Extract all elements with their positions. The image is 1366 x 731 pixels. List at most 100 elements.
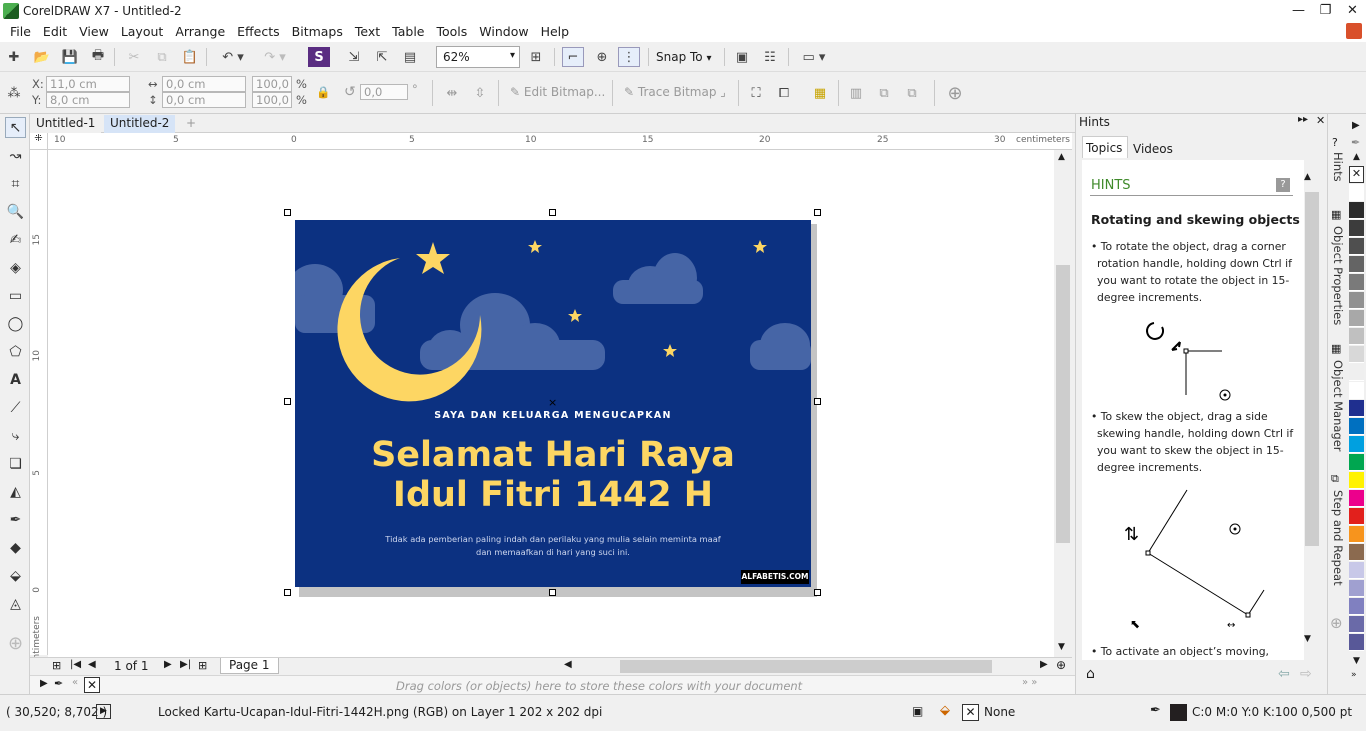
hints-scroll-down-icon[interactable]: ▼ (1304, 634, 1311, 644)
add-page-before-icon[interactable]: ⊞ (52, 659, 61, 672)
expand-docker-icon[interactable]: ▸▸ (1298, 114, 1308, 125)
color-swatch[interactable] (1349, 256, 1364, 273)
previous-page-icon[interactable]: ◀ (88, 659, 96, 670)
publish-pdf-icon[interactable]: ▤ (400, 47, 420, 67)
save-icon[interactable]: 💾 (60, 47, 80, 67)
add-docker-icon[interactable]: ⊕ (1330, 614, 1343, 632)
crop-tool-icon[interactable]: ⌗ (5, 173, 26, 194)
hints-scroll-up-icon[interactable]: ▲ (1304, 172, 1311, 182)
back-arrow-icon[interactable]: ⇦ (1278, 666, 1290, 682)
close-button[interactable]: ✕ (1339, 0, 1366, 21)
connector-tool-icon[interactable]: ⤷ (5, 425, 26, 446)
show-guidelines-icon[interactable]: ⋮ (618, 47, 640, 67)
color-swatch[interactable] (1349, 202, 1364, 219)
color-swatch[interactable] (1349, 526, 1364, 543)
trace-bitmap-button[interactable]: ✎ Trace Bitmap ⌟ (624, 85, 726, 99)
import-icon[interactable]: ⇲ (344, 47, 364, 67)
color-swatch[interactable] (1349, 364, 1364, 381)
palette-scroll-down-icon[interactable]: ▼ (1353, 656, 1360, 666)
ruler-origin-icon[interactable]: ⁜ (30, 133, 48, 150)
welcome-screen-icon[interactable]: ▣ (732, 47, 752, 67)
hints-scroll-thumb[interactable] (1305, 192, 1319, 546)
scroll-up-icon[interactable]: ▲ (1058, 152, 1065, 162)
color-swatch[interactable] (1349, 508, 1364, 525)
parallel-dimension-icon[interactable]: ⟋ (5, 397, 26, 418)
to-front-icon[interactable]: ⧉ (874, 83, 894, 103)
last-page-icon[interactable]: ▶| (180, 659, 191, 670)
scroll-palette-right-icon[interactable]: » » (1022, 677, 1037, 688)
tab-topics[interactable]: Topics (1082, 136, 1128, 158)
selection-handle-bottom[interactable] (549, 589, 556, 596)
menu-file[interactable]: File (4, 24, 37, 39)
no-fill-swatch[interactable]: ✕ (1349, 166, 1364, 183)
new-document-icon[interactable]: ✚ (4, 47, 24, 67)
color-swatch[interactable] (1349, 616, 1364, 633)
color-swatch[interactable] (1349, 220, 1364, 237)
application-launcher-icon[interactable]: ▭ ▾ (796, 47, 832, 67)
color-swatch[interactable] (1349, 598, 1364, 615)
docker-tab-object-manager[interactable]: Object Manager (1331, 360, 1345, 452)
object-origin-icon[interactable]: ⁂ (4, 83, 24, 103)
menu-edit[interactable]: Edit (37, 24, 73, 39)
docker-tab-hints[interactable]: Hints (1331, 152, 1345, 182)
menu-layout[interactable]: Layout (115, 24, 170, 39)
color-swatch[interactable] (1349, 490, 1364, 507)
transparency-tool-icon[interactable]: ◭ (5, 481, 26, 502)
paste-icon[interactable]: 📋 (180, 47, 200, 67)
rectangle-tool-icon[interactable]: ▭ (5, 285, 26, 306)
quick-customize-icon[interactable]: ⊕ (944, 82, 966, 104)
shape-tool-icon[interactable]: ↝ (5, 145, 26, 166)
menu-tools[interactable]: Tools (430, 24, 473, 39)
rotation-angle-field[interactable]: 0,0 (360, 84, 408, 100)
open-icon[interactable]: 📂 (32, 47, 52, 67)
height-field[interactable]: 0,0 cm (162, 92, 246, 108)
vertical-scrollbar[interactable]: ▲ ▼ (1054, 150, 1072, 657)
selection-handle-top-right[interactable] (814, 209, 821, 216)
color-swatch[interactable] (1349, 292, 1364, 309)
scroll-palette-left-icon[interactable]: « (72, 677, 78, 688)
zoom-navigator-icon[interactable]: ⊕ (1056, 658, 1066, 672)
color-swatch[interactable] (1349, 580, 1364, 597)
menu-bitmaps[interactable]: Bitmaps (286, 24, 349, 39)
zoom-fit-icon[interactable]: ⊞ (526, 47, 546, 67)
y-position-field[interactable]: 8,0 cm (46, 92, 130, 108)
print-icon[interactable]: 🖶 (88, 47, 108, 67)
next-page-icon[interactable]: ▶ (164, 659, 172, 670)
color-swatch[interactable] (1349, 418, 1364, 435)
color-swatch[interactable] (1349, 544, 1364, 561)
text-tool-icon[interactable]: A (5, 369, 26, 390)
edit-bitmap-button[interactable]: ✎ Edit Bitmap... (510, 85, 605, 99)
color-swatch[interactable] (1349, 436, 1364, 453)
color-proof-icon[interactable]: ▣ (912, 704, 923, 718)
menu-text[interactable]: Text (349, 24, 386, 39)
to-back-icon[interactable]: ⧉ (902, 83, 922, 103)
outline-pen-status-icon[interactable]: ✒ (1150, 703, 1161, 718)
close-docker-icon[interactable]: ✕ (1316, 114, 1325, 127)
lock-ratio-icon[interactable]: 🔒 (316, 85, 330, 99)
scroll-right-icon[interactable]: ▶ (1040, 659, 1048, 670)
cut-icon[interactable]: ✂ (124, 47, 144, 67)
polygon-tool-icon[interactable]: ⬠ (5, 341, 26, 362)
menu-window[interactable]: Window (473, 24, 534, 39)
home-icon[interactable]: ⌂ (1086, 666, 1095, 682)
width-field[interactable]: 0,0 cm (162, 76, 246, 92)
menu-view[interactable]: View (73, 24, 115, 39)
scale-y-field[interactable]: 100,0 (252, 92, 292, 108)
pick-tool-icon[interactable]: ↖ (5, 117, 26, 138)
fill-bucket-icon[interactable]: ⬙ (940, 703, 950, 718)
full-screen-preview-icon[interactable]: ⌐ (562, 47, 584, 67)
color-swatch[interactable] (1349, 274, 1364, 291)
smart-fill-bucket-icon[interactable]: ⬙ (5, 565, 26, 586)
color-swatch[interactable] (1349, 310, 1364, 327)
add-page-after-icon[interactable]: ⊞ (198, 659, 207, 672)
outline-pen-icon[interactable]: ◬ (5, 593, 26, 614)
scroll-left-icon[interactable]: ◀ (564, 659, 572, 670)
drop-shadow-icon[interactable]: ❏ (5, 453, 26, 474)
scale-x-field[interactable]: 100,0 (252, 76, 292, 92)
snap-to-dropdown[interactable]: Snap To ▾ (656, 50, 712, 64)
menu-arrange[interactable]: Arrange (169, 24, 231, 39)
first-page-icon[interactable]: |◀ (70, 659, 81, 670)
restore-button[interactable]: ❐ (1312, 0, 1339, 21)
interactive-fill-icon[interactable]: ◆ (5, 537, 26, 558)
menu-table[interactable]: Table (386, 24, 430, 39)
